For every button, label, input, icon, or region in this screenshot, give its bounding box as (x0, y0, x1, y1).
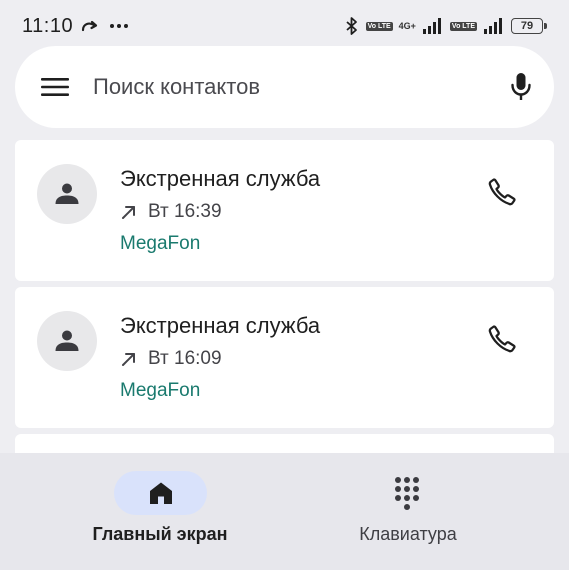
battery-level: 79 (511, 18, 543, 34)
avatar (37, 164, 97, 224)
nav-keypad-label: Клавиатура (359, 524, 457, 544)
status-left: 11:10 (22, 15, 129, 38)
call-button[interactable] (486, 176, 518, 208)
signal-icon-2 (484, 18, 502, 34)
battery-icon: 79 (511, 18, 547, 34)
call-log-item[interactable]: Экстренная служба Вт 16:09 MegaFon (15, 287, 554, 428)
contact-name: Экстренная служба (120, 166, 321, 191)
bottom-navigation: Главный экран Клавиатура (0, 453, 569, 570)
outgoing-call-arrow-icon (122, 353, 135, 366)
person-icon (55, 183, 79, 204)
call-meta: Вт 16:39 (120, 201, 222, 223)
volte-badge-2: Vo LTE (449, 21, 477, 31)
mic-icon[interactable] (510, 72, 532, 102)
battery-cap (544, 23, 547, 29)
signal-icon (422, 18, 441, 34)
person-icon (55, 330, 79, 351)
nav-home-label: Главный экран (92, 524, 228, 544)
status-bar: 11:10 Vo LTE 4G+ Vo LTE 79 (0, 0, 569, 52)
bluetooth-icon (345, 17, 357, 35)
call-meta: Вт 16:09 (120, 348, 222, 370)
nav-home-active-indicator (114, 471, 207, 515)
nav-keypad[interactable]: Клавиатура (284, 453, 568, 570)
search-bar[interactable]: Поиск контактов (15, 46, 554, 128)
nav-keypad-icon-wrap (392, 475, 422, 513)
network-type-label: 4G+ (398, 20, 416, 31)
call-time: Вт 16:39 (148, 201, 222, 222)
carrier-label: MegaFon (120, 233, 201, 254)
search-input[interactable]: Поиск контактов (93, 74, 510, 100)
more-icon (110, 24, 129, 28)
call-log-item[interactable]: Экстренная служба Вт 16:39 MegaFon (15, 140, 554, 281)
contact-name: Экстренная служба (120, 313, 321, 338)
carrier-label: MegaFon (120, 380, 201, 401)
status-time: 11:10 (22, 14, 74, 37)
call-time: Вт 16:09 (148, 348, 222, 369)
outgoing-call-arrow-icon (122, 206, 135, 219)
status-right: Vo LTE 4G+ Vo LTE 79 (344, 16, 547, 36)
avatar (37, 311, 97, 371)
volte-badge: Vo LTE (365, 21, 393, 31)
call-button[interactable] (486, 323, 518, 355)
call-history-list: Экстренная служба Вт 16:39 MegaFon Экстр… (15, 140, 554, 480)
menu-icon[interactable] (41, 77, 69, 97)
phone-icon[interactable] (487, 324, 517, 354)
call-forward-icon (81, 20, 98, 32)
nav-home[interactable]: Главный экран (0, 453, 284, 570)
dialpad-icon (395, 477, 419, 510)
phone-icon[interactable] (487, 177, 517, 207)
home-icon (149, 482, 172, 504)
